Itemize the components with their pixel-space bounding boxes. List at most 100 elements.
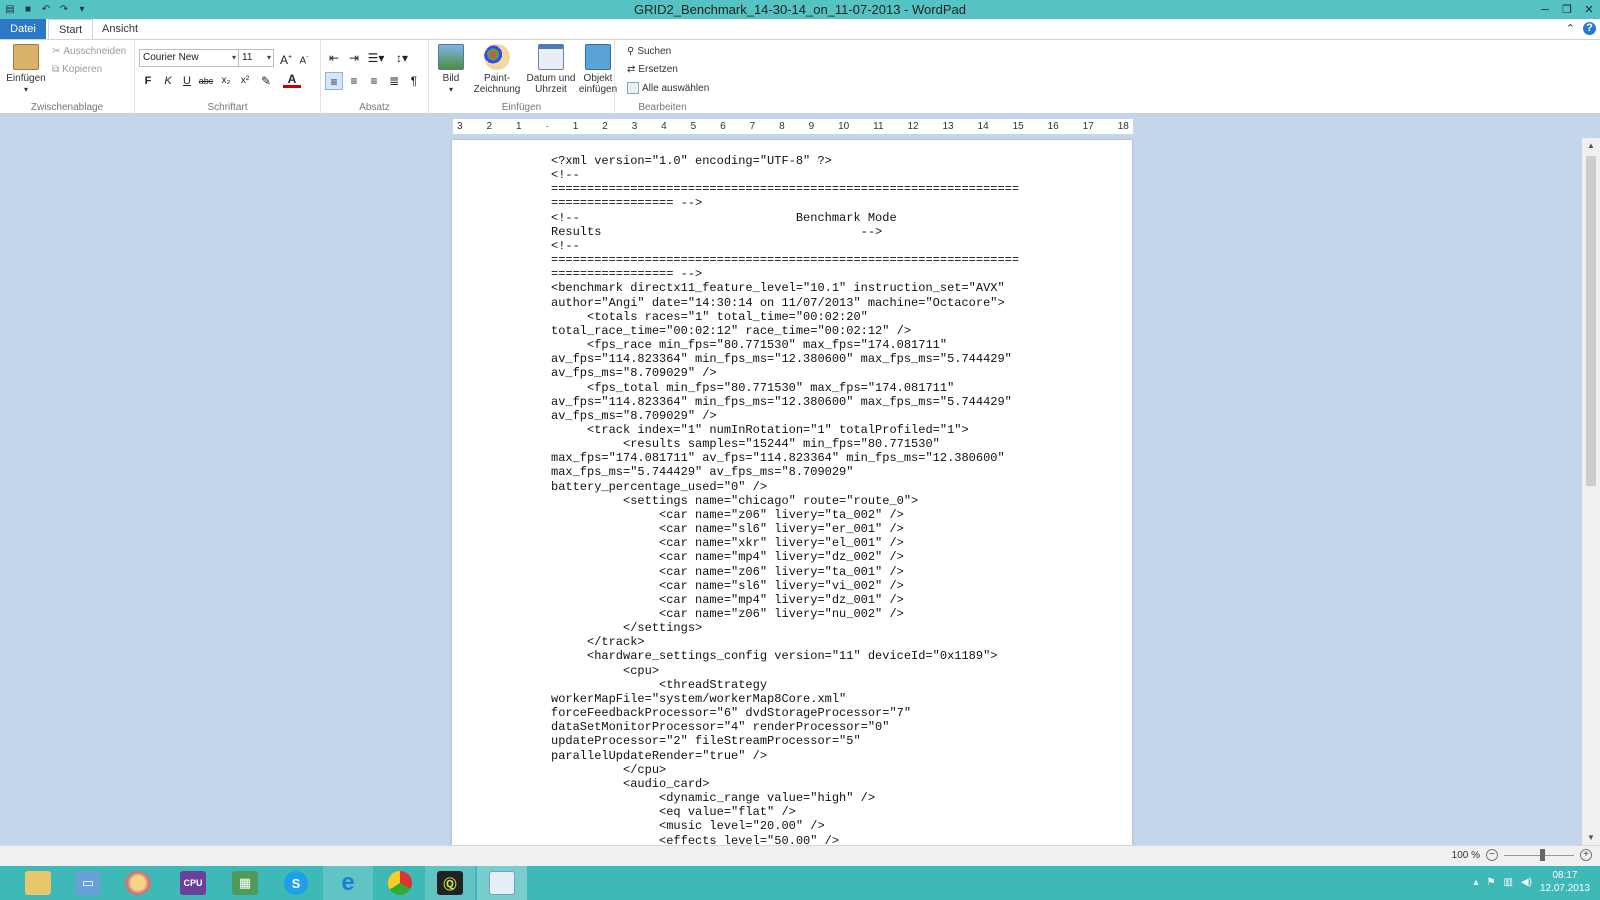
document-line[interactable]: av_fps="114.823364" min_fps_ms="12.38060…: [551, 395, 1051, 409]
document-line[interactable]: <music level="20.00" />: [551, 819, 1051, 833]
document-line[interactable]: <dynamic_range value="high" />: [551, 791, 1051, 805]
document-line[interactable]: ========================================…: [551, 182, 1051, 196]
subscript-button[interactable]: x₂: [217, 72, 235, 90]
document-line[interactable]: </settings>: [551, 621, 1051, 635]
document-line[interactable]: <car name="mp4" livery="dz_001" />: [551, 593, 1051, 607]
taskbar-internet-explorer[interactable]: e: [323, 866, 373, 900]
document-line[interactable]: <car name="z06" livery="nu_002" />: [551, 607, 1051, 621]
document-line[interactable]: <!--: [551, 239, 1051, 253]
document-line[interactable]: <car name="mp4" livery="dz_002" />: [551, 550, 1051, 564]
vertical-scrollbar[interactable]: ▲ ▼: [1582, 138, 1600, 845]
document-line[interactable]: <car name="z06" livery="ta_001" />: [551, 565, 1051, 579]
tab-file[interactable]: Datei: [0, 19, 46, 39]
insert-object-button[interactable]: Objekt einfügen: [577, 44, 619, 95]
superscript-button[interactable]: x²: [236, 72, 254, 90]
document-line[interactable]: <cpu>: [551, 664, 1051, 678]
document-line[interactable]: <threadStrategy: [551, 678, 1051, 692]
tab-view[interactable]: Ansicht: [92, 19, 148, 39]
document-line[interactable]: <track index="1" numInRotation="1" total…: [551, 423, 1051, 437]
document-line[interactable]: <settings name="chicago" route="route_0"…: [551, 494, 1051, 508]
datetime-button[interactable]: Datum und Uhrzeit: [523, 44, 579, 95]
copy-button[interactable]: ⧉ Kopieren: [52, 64, 102, 75]
document-line[interactable]: <audio_card>: [551, 777, 1051, 791]
document-line[interactable]: updateProcessor="2" fileStreamProcessor=…: [551, 734, 1051, 748]
document-line[interactable]: <benchmark directx11_feature_level="10.1…: [551, 281, 1051, 295]
taskbar-gpu-tool[interactable]: ▦: [220, 866, 270, 900]
minimize-ribbon-icon[interactable]: ⌃: [1566, 22, 1575, 35]
strikethrough-button[interactable]: abc: [197, 72, 215, 90]
flag-icon[interactable]: ⚑: [1486, 877, 1495, 888]
document-line[interactable]: <?xml version="1.0" encoding="UTF-8" ?>: [551, 154, 1051, 168]
taskbar-skype[interactable]: S: [271, 866, 321, 900]
document-line[interactable]: max_fps_ms="5.744429" av_fps_ms="8.70902…: [551, 465, 1051, 479]
document-line[interactable]: dataSetMonitorProcessor="4" renderProces…: [551, 720, 1051, 734]
bold-button[interactable]: F: [139, 72, 157, 90]
taskbar-grid2[interactable]: Ⓠ: [425, 866, 475, 900]
scroll-up-icon[interactable]: ▲: [1582, 141, 1600, 150]
paste-dropdown-icon[interactable]: ▾: [5, 84, 47, 95]
align-left-button[interactable]: ≡: [325, 72, 343, 90]
document-line[interactable]: <effects level="50.00" />: [551, 834, 1051, 846]
taskbar-chrome[interactable]: [375, 866, 425, 900]
paint-drawing-button[interactable]: Paint- Zeichnung: [471, 44, 523, 95]
document-line[interactable]: av_fps="114.823364" min_fps_ms="12.38060…: [551, 352, 1051, 366]
document-line[interactable]: </track>: [551, 635, 1051, 649]
line-spacing-button[interactable]: ↕▾: [391, 49, 413, 67]
grow-font-button[interactable]: A+: [277, 49, 295, 67]
document-line[interactable]: forceFeedbackProcessor="6" dvdStoragePro…: [551, 706, 1051, 720]
document-line[interactable]: <fps_total min_fps="80.771530" max_fps="…: [551, 381, 1051, 395]
paste-button[interactable]: Einfügen ▾: [5, 44, 47, 95]
document-line[interactable]: <car name="sl6" livery="er_001" />: [551, 522, 1051, 536]
taskbar-cpuz[interactable]: CPU: [168, 866, 218, 900]
document-line[interactable]: author="Angi" date="14:30:14 on 11/07/20…: [551, 296, 1051, 310]
tray-expand-icon[interactable]: ▴: [1473, 877, 1478, 888]
zoom-in-icon[interactable]: +: [1580, 849, 1592, 861]
help-icon[interactable]: ?: [1583, 22, 1596, 35]
document-line[interactable]: ================= -->: [551, 267, 1051, 281]
align-right-button[interactable]: ≡: [365, 72, 383, 90]
restore-button[interactable]: ❐: [1556, 0, 1578, 19]
document-line[interactable]: ================= -->: [551, 196, 1051, 210]
underline-button[interactable]: U: [178, 72, 196, 90]
cut-button[interactable]: ✂ Ausschneiden: [52, 46, 126, 57]
document-line[interactable]: av_fps_ms="8.709029" />: [551, 366, 1051, 380]
zoom-out-icon[interactable]: −: [1486, 849, 1498, 861]
font-size-select[interactable]: 11 ▾: [238, 49, 274, 67]
taskbar-paint[interactable]: [113, 866, 163, 900]
document-line[interactable]: </cpu>: [551, 763, 1051, 777]
document-line[interactable]: <car name="z06" livery="ta_002" />: [551, 508, 1051, 522]
document-line[interactable]: <!-- Benchmark Mode: [551, 211, 1051, 225]
document-line[interactable]: parallelUpdateRender="true" />: [551, 749, 1051, 763]
paragraph-settings-button[interactable]: ¶: [405, 72, 423, 90]
scroll-thumb[interactable]: [1586, 156, 1596, 486]
document-text[interactable]: <?xml version="1.0" encoding="UTF-8" ?> <…: [551, 154, 1051, 845]
document-line[interactable]: <hardware_settings_config version="11" d…: [551, 649, 1051, 663]
clock[interactable]: 08:17 12.07.2013: [1540, 869, 1590, 895]
document-line[interactable]: total_race_time="00:02:12" race_time="00…: [551, 324, 1051, 338]
taskbar-wordpad[interactable]: [477, 866, 527, 900]
document-line[interactable]: <eq value="flat" />: [551, 805, 1051, 819]
shrink-font-button[interactable]: A-: [295, 49, 313, 67]
highlight-color-button[interactable]: ✎: [257, 72, 275, 90]
document-line[interactable]: av_fps_ms="8.709029" />: [551, 409, 1051, 423]
document-line[interactable]: <car name="sl6" livery="vi_002" />: [551, 579, 1051, 593]
minimize-button[interactable]: ─: [1534, 0, 1556, 19]
taskbar-computer[interactable]: ▭: [63, 866, 113, 900]
document-line[interactable]: ========================================…: [551, 253, 1051, 267]
volume-icon[interactable]: ◀): [1521, 877, 1532, 888]
justify-button[interactable]: ≣: [385, 72, 403, 90]
scroll-down-icon[interactable]: ▼: [1582, 833, 1600, 842]
find-button[interactable]: ⚲ Suchen: [627, 46, 671, 57]
document-line[interactable]: <fps_race min_fps="80.771530" max_fps="1…: [551, 338, 1051, 352]
select-all-button[interactable]: Alle auswählen: [627, 82, 709, 94]
italic-button[interactable]: K: [159, 72, 177, 90]
replace-button[interactable]: ⇄ Ersetzen: [627, 64, 678, 75]
align-center-button[interactable]: ≡: [345, 72, 363, 90]
document-line[interactable]: <!--: [551, 168, 1051, 182]
document-line[interactable]: battery_percentage_used="0" />: [551, 480, 1051, 494]
close-button[interactable]: ✕: [1578, 0, 1600, 19]
list-button[interactable]: ☰▾: [365, 49, 387, 67]
font-family-select[interactable]: Courier New ▾: [139, 49, 239, 67]
insert-picture-button[interactable]: Bild ▾: [433, 44, 469, 95]
zoom-slider-knob[interactable]: [1540, 848, 1545, 861]
